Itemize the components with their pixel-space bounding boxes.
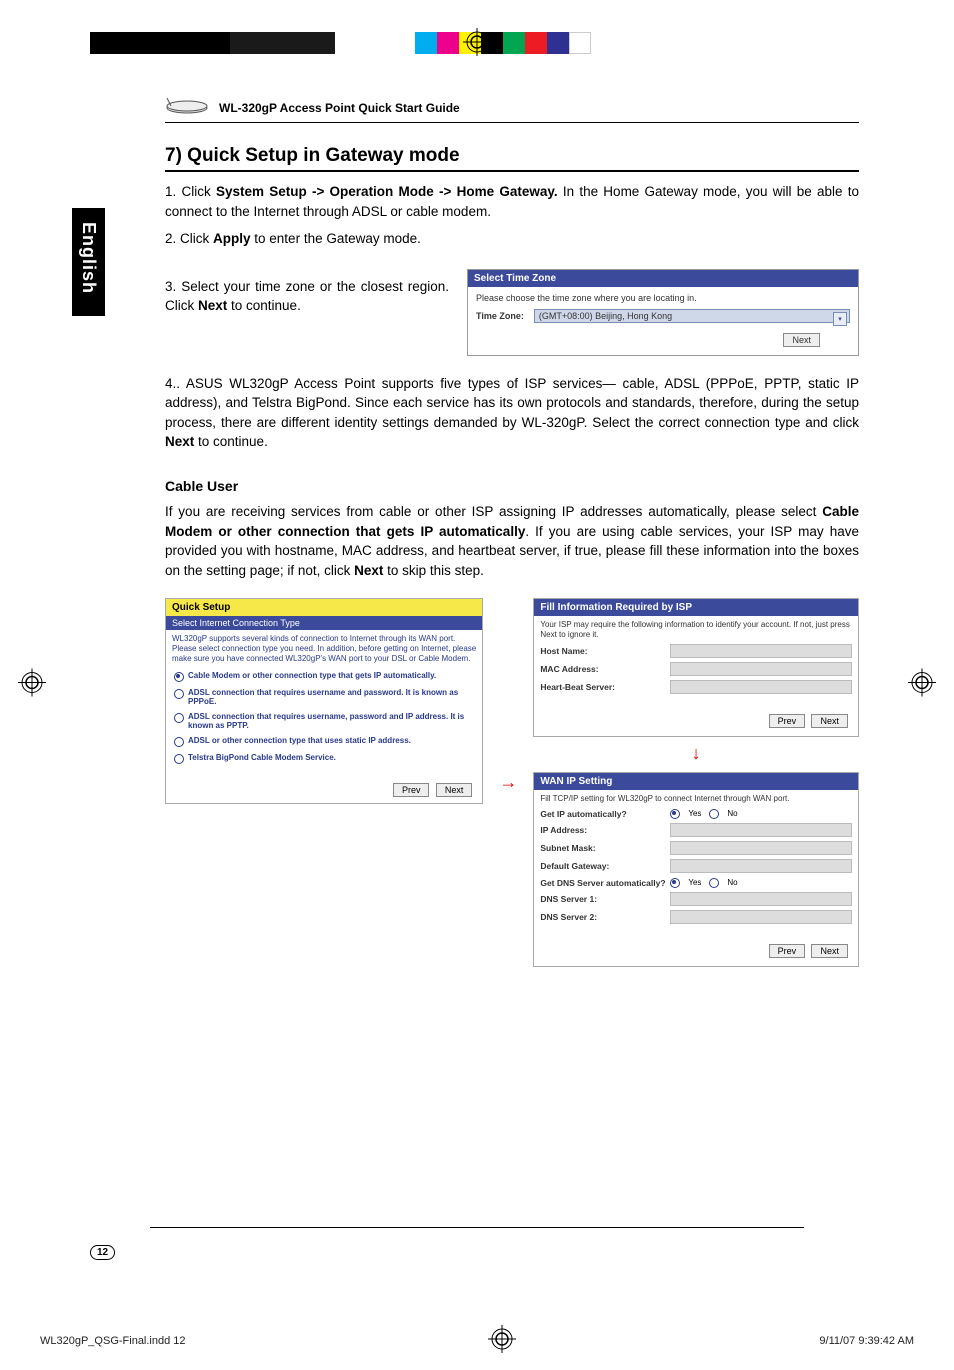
- footer-filename: WL320gP_QSG-Final.indd 12: [40, 1335, 186, 1347]
- wan-desc: Fill TCP/IP setting for WL320gP to conne…: [534, 790, 858, 806]
- doc-header: WL-320gP Access Point Quick Start Guide: [165, 96, 859, 123]
- connection-option-4[interactable]: Telstra BigPond Cable Modem Service.: [166, 750, 482, 767]
- mac-label: MAC Address:: [540, 664, 670, 674]
- wan-panel: WAN IP Setting Fill TCP/IP setting for W…: [533, 772, 859, 967]
- gateway-input[interactable]: [670, 859, 852, 873]
- radio-icon: [174, 689, 184, 699]
- radio-icon: [670, 809, 680, 819]
- footer-timestamp: 9/11/07 9:39:42 AM: [819, 1335, 914, 1347]
- timezone-select[interactable]: (GMT+08:00) Beijing, Hong Kong ▾: [534, 309, 850, 323]
- isp-info-title: Fill Information Required by ISP: [534, 599, 858, 616]
- mask-input[interactable]: [670, 841, 852, 855]
- footer-rule: [150, 1227, 804, 1228]
- heartbeat-input[interactable]: [670, 680, 852, 694]
- timezone-desc: Please choose the time zone where you ar…: [476, 293, 850, 303]
- registration-target-bottom: [488, 1325, 516, 1356]
- quick-setup-panel: Quick Setup Select Internet Connection T…: [165, 598, 483, 804]
- router-icon: [165, 96, 209, 119]
- quick-setup-desc: WL320gP supports several kinds of connec…: [166, 630, 482, 668]
- arrow-down-icon: ↓: [533, 743, 859, 764]
- mac-input[interactable]: [670, 662, 852, 676]
- get-dns-radio[interactable]: YesNo: [670, 877, 737, 888]
- language-tab: English: [72, 208, 105, 316]
- arrow-right-icon: →: [499, 772, 517, 793]
- radio-icon: [670, 878, 680, 888]
- step-3: 3. Select your time zone or the closest …: [165, 277, 449, 316]
- quick-setup-title: Quick Setup: [166, 599, 482, 616]
- connection-option-0[interactable]: Cable Modem or other connection type tha…: [166, 668, 482, 685]
- gateway-label: Default Gateway:: [540, 861, 670, 871]
- get-ip-radio[interactable]: YesNo: [670, 808, 737, 819]
- connection-option-2[interactable]: ADSL connection that requires username, …: [166, 709, 482, 733]
- timezone-panel: Select Time Zone Please choose the time …: [467, 269, 859, 356]
- isp-info-desc: Your ISP may require the following infor…: [534, 616, 858, 642]
- isp-info-panel: Fill Information Required by ISP Your IS…: [533, 598, 859, 737]
- dns1-label: DNS Server 1:: [540, 894, 670, 904]
- connection-option-3[interactable]: ADSL or other connection type that uses …: [166, 733, 482, 750]
- registration-target-right: [908, 669, 936, 702]
- mask-label: Subnet Mask:: [540, 843, 670, 853]
- radio-icon: [174, 754, 184, 764]
- dns2-label: DNS Server 2:: [540, 912, 670, 922]
- quick-setup-prev-button[interactable]: Prev: [393, 783, 430, 797]
- radio-icon: [174, 713, 184, 723]
- isp-next-button[interactable]: Next: [811, 714, 848, 728]
- isp-prev-button[interactable]: Prev: [769, 714, 806, 728]
- get-dns-label: Get DNS Server automatically?: [540, 878, 670, 888]
- wan-next-button[interactable]: Next: [811, 944, 848, 958]
- quick-setup-subtitle: Select Internet Connection Type: [166, 616, 482, 630]
- connection-option-1[interactable]: ADSL connection that requires username a…: [166, 685, 482, 709]
- page-title: 7) Quick Setup in Gateway mode: [165, 145, 859, 172]
- get-ip-label: Get IP automatically?: [540, 809, 670, 819]
- radio-icon: [174, 737, 184, 747]
- timezone-panel-title: Select Time Zone: [468, 270, 858, 287]
- page-number: 12: [90, 1245, 115, 1260]
- timezone-label: Time Zone:: [476, 311, 524, 321]
- hostname-label: Host Name:: [540, 646, 670, 656]
- heartbeat-label: Heart-Beat Server:: [540, 682, 670, 692]
- radio-icon: [174, 672, 184, 682]
- radio-icon: [709, 809, 719, 819]
- step-4: 4.. ASUS WL320gP Access Point supports f…: [165, 374, 859, 452]
- registration-target-top: [463, 28, 491, 61]
- doc-title: WL-320gP Access Point Quick Start Guide: [219, 101, 460, 115]
- dns1-input[interactable]: [670, 892, 852, 906]
- timezone-next-button[interactable]: Next: [783, 333, 820, 347]
- ip-label: IP Address:: [540, 825, 670, 835]
- cable-user-paragraph: If you are receiving services from cable…: [165, 502, 859, 580]
- step-2: 2. Click Apply to enter the Gateway mode…: [165, 229, 859, 249]
- hostname-input[interactable]: [670, 644, 852, 658]
- radio-icon: [709, 878, 719, 888]
- ip-input[interactable]: [670, 823, 852, 837]
- wan-title: WAN IP Setting: [534, 773, 858, 790]
- registration-target-left: [18, 669, 46, 702]
- dns2-input[interactable]: [670, 910, 852, 924]
- print-footer: WL320gP_QSG-Final.indd 12 9/11/07 9:39:4…: [40, 1325, 914, 1356]
- quick-setup-next-button[interactable]: Next: [436, 783, 473, 797]
- chevron-down-icon: ▾: [833, 312, 847, 326]
- cable-user-heading: Cable User: [165, 478, 859, 494]
- wan-prev-button[interactable]: Prev: [769, 944, 806, 958]
- step-1: 1. Click System Setup -> Operation Mode …: [165, 182, 859, 221]
